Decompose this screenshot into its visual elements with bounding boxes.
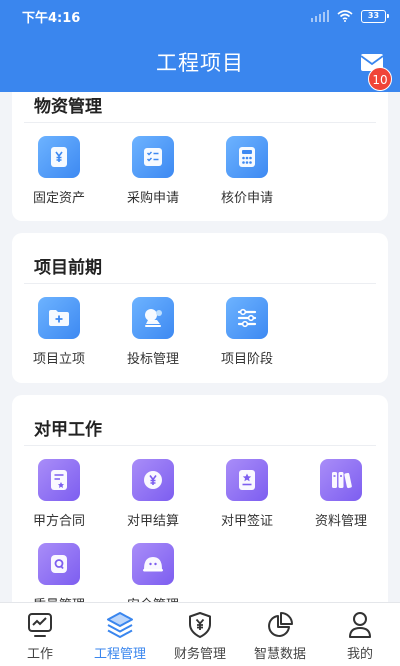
divider bbox=[24, 122, 376, 123]
helmet-icon bbox=[132, 543, 174, 585]
section-materials: 物资管理 固定资产 采购申请 核价申请 bbox=[12, 92, 388, 221]
bottom-tab-bar: 工作 工程管理 财务管理 智慧数据 我的 bbox=[0, 602, 400, 666]
item-client-contract[interactable]: 甲方合同 bbox=[12, 459, 106, 529]
item-label: 采购申请 bbox=[126, 191, 179, 206]
item-label: 项目阶段 bbox=[220, 352, 273, 367]
tab-project-management[interactable]: 工程管理 bbox=[80, 603, 160, 666]
yen-doc-icon bbox=[38, 136, 80, 178]
layers-icon bbox=[107, 612, 133, 638]
item-price-check[interactable]: 核价申请 bbox=[200, 136, 294, 206]
item-label: 投标管理 bbox=[126, 352, 179, 367]
content-area[interactable]: 物资管理 固定资产 采购申请 核价申请 项目前期 项目立项 投标管理 项目阶段 … bbox=[0, 92, 400, 602]
tab-work[interactable]: 工作 bbox=[0, 603, 80, 666]
item-label: 固定资产 bbox=[32, 191, 85, 206]
page-title: 工程项目 bbox=[156, 51, 244, 75]
section-title: 物资管理 bbox=[34, 97, 102, 117]
sliders-icon bbox=[226, 297, 268, 339]
item-quality[interactable]: 质量管理 bbox=[12, 543, 106, 602]
item-bidding[interactable]: 投标管理 bbox=[106, 297, 200, 367]
status-time: 下午4:16 bbox=[22, 10, 81, 26]
tab-label: 财务管理 bbox=[173, 647, 226, 662]
item-label: 安全管理 bbox=[127, 594, 179, 602]
item-fixed-assets[interactable]: 固定资产 bbox=[12, 136, 106, 206]
stamp-icon bbox=[132, 297, 174, 339]
contract-icon bbox=[38, 459, 80, 501]
section-preliminary: 项目前期 项目立项 投标管理 项目阶段 bbox=[12, 233, 388, 383]
item-safety[interactable]: 安全管理 bbox=[106, 543, 200, 602]
checklist-icon bbox=[132, 136, 174, 178]
tab-label: 我的 bbox=[346, 647, 373, 662]
section-title: 项目前期 bbox=[34, 258, 102, 278]
battery-icon: 33 bbox=[361, 9, 389, 23]
books-icon bbox=[320, 459, 362, 501]
section-client-work: 对甲工作 甲方合同 对甲结算 对甲签证 资料管理 bbox=[12, 395, 388, 602]
app-header: 工程项目 10 bbox=[0, 32, 400, 92]
divider bbox=[24, 445, 376, 446]
item-project-stage[interactable]: 项目阶段 bbox=[200, 297, 294, 367]
calculator-icon bbox=[226, 136, 268, 178]
mail-badge: 10 bbox=[368, 67, 392, 91]
tab-label: 工作 bbox=[26, 647, 53, 662]
item-label: 核价申请 bbox=[220, 191, 273, 206]
item-label: 对甲结算 bbox=[126, 514, 179, 529]
section-title: 对甲工作 bbox=[34, 420, 102, 440]
tab-label: 工程管理 bbox=[93, 647, 146, 662]
item-documents[interactable]: 资料管理 bbox=[294, 459, 388, 529]
folder-plus-icon bbox=[38, 297, 80, 339]
quality-icon bbox=[38, 543, 80, 585]
item-label: 甲方合同 bbox=[32, 514, 85, 529]
yen-circle-icon bbox=[132, 459, 174, 501]
item-client-settlement[interactable]: 对甲结算 bbox=[106, 459, 200, 529]
tab-finance[interactable]: 财务管理 bbox=[160, 603, 240, 666]
monitor-icon bbox=[28, 613, 52, 637]
item-client-visa[interactable]: 对甲签证 bbox=[200, 459, 294, 529]
item-label: 质量管理 bbox=[33, 594, 85, 602]
tab-mine[interactable]: 我的 bbox=[320, 603, 400, 666]
user-icon bbox=[349, 612, 371, 638]
item-label: 对甲签证 bbox=[220, 514, 273, 529]
system-icons: 33 bbox=[310, 9, 389, 23]
item-label: 资料管理 bbox=[314, 514, 367, 529]
wifi-icon bbox=[337, 10, 353, 22]
item-label: 项目立项 bbox=[32, 352, 85, 367]
divider bbox=[24, 283, 376, 284]
star-doc-icon bbox=[226, 459, 268, 501]
signal-icon bbox=[310, 10, 329, 22]
pie-chart-icon bbox=[268, 612, 293, 637]
tab-label: 智慧数据 bbox=[253, 647, 306, 662]
tab-smart-data[interactable]: 智慧数据 bbox=[240, 603, 320, 666]
item-project-approval[interactable]: 项目立项 bbox=[12, 297, 106, 367]
yen-shield-icon bbox=[189, 612, 211, 638]
item-purchase-request[interactable]: 采购申请 bbox=[106, 136, 200, 206]
status-bar: 下午4:16 33 bbox=[0, 0, 400, 32]
